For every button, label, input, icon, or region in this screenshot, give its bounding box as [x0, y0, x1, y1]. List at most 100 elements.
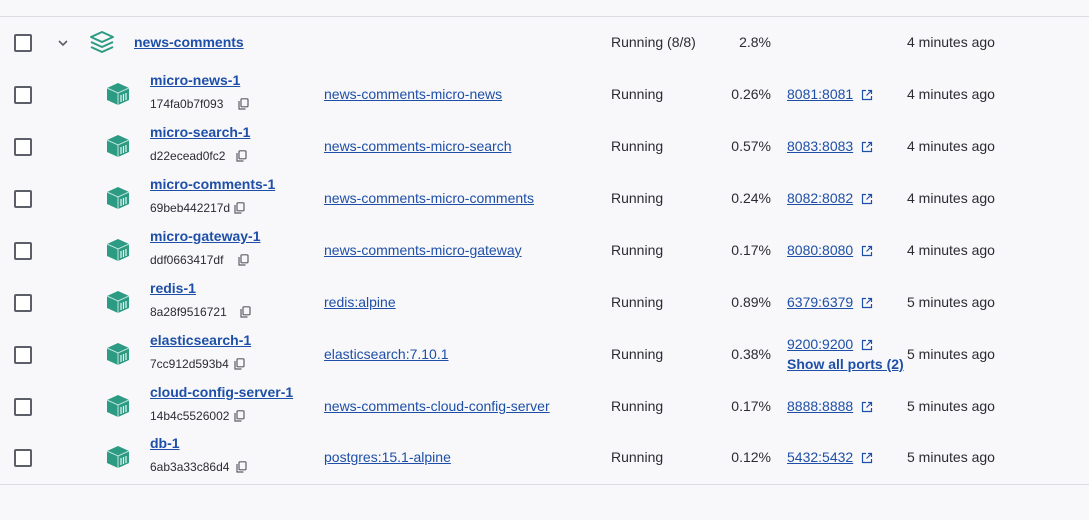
container-checkbox[interactable] — [14, 86, 32, 104]
container-status: Running — [611, 86, 664, 102]
container-id: 14b4c5526002 — [150, 409, 230, 423]
copy-icon[interactable] — [234, 202, 245, 214]
container-cpu: 0.38% — [731, 346, 771, 362]
port-link[interactable]: 8082:8082 — [787, 190, 853, 206]
container-cpu: 0.17% — [731, 242, 771, 258]
port-link[interactable]: 8083:8083 — [787, 138, 853, 154]
container-started: 5 minutes ago — [907, 449, 995, 465]
container-started: 4 minutes ago — [907, 138, 995, 154]
container-id: 174fa0b7f093 — [150, 97, 224, 111]
container-icon — [106, 446, 130, 468]
container-status: Running — [611, 346, 664, 362]
image-link[interactable]: elasticsearch:7.10.1 — [324, 346, 449, 362]
table-bottom-divider — [0, 484, 1089, 485]
container-checkbox[interactable] — [14, 294, 32, 312]
container-icon — [106, 135, 130, 157]
container-status: Running — [611, 190, 664, 206]
container-status: Running — [611, 449, 664, 465]
container-row[interactable]: elasticsearch-1 7cc912d593b4 elasticsear… — [0, 328, 1089, 380]
container-cpu: 0.17% — [731, 398, 771, 414]
container-started: 5 minutes ago — [907, 398, 995, 414]
container-name-link[interactable]: cloud-config-server-1 — [150, 384, 293, 400]
container-name-link[interactable]: redis-1 — [150, 280, 196, 296]
container-status: Running — [611, 294, 664, 310]
port-link[interactable]: 6379:6379 — [787, 294, 853, 310]
external-link-icon[interactable] — [861, 401, 873, 413]
container-checkbox[interactable] — [14, 449, 32, 467]
container-icon — [106, 395, 130, 417]
port-link[interactable]: 9200:9200 — [787, 336, 853, 352]
container-id: 69beb442217d — [150, 201, 231, 215]
copy-icon[interactable] — [234, 410, 245, 422]
copy-icon[interactable] — [236, 150, 247, 162]
container-started: 4 minutes ago — [907, 190, 995, 206]
container-row[interactable]: micro-news-1 174fa0b7f093 news-comments-… — [0, 68, 1089, 120]
container-cpu: 0.24% — [731, 190, 771, 206]
container-checkbox[interactable] — [14, 346, 32, 364]
image-link[interactable]: postgres:15.1-alpine — [324, 449, 451, 465]
container-checkbox[interactable] — [14, 398, 32, 416]
container-name-link[interactable]: micro-comments-1 — [150, 176, 275, 192]
container-name-link[interactable]: db-1 — [150, 435, 180, 451]
container-cpu: 0.89% — [731, 294, 771, 310]
container-checkbox[interactable] — [14, 242, 32, 260]
image-link[interactable]: news-comments-micro-gateway — [324, 242, 522, 258]
copy-icon[interactable] — [238, 98, 249, 110]
image-link[interactable]: news-comments-micro-search — [324, 138, 511, 154]
copy-icon[interactable] — [238, 254, 249, 266]
container-status: Running — [611, 138, 664, 154]
container-row[interactable]: micro-comments-1 69beb442217d news-comme… — [0, 172, 1089, 224]
container-row[interactable]: redis-1 8a28f9516721 redis:alpine Runnin… — [0, 276, 1089, 328]
container-started: 5 minutes ago — [907, 346, 995, 362]
container-name-link[interactable]: micro-news-1 — [150, 72, 240, 88]
container-row[interactable]: micro-gateway-1 ddf0663417df news-commen… — [0, 224, 1089, 276]
port-link[interactable]: 5432:5432 — [787, 449, 853, 465]
image-link[interactable]: news-comments-cloud-config-server — [324, 398, 550, 414]
external-link-icon[interactable] — [861, 245, 873, 257]
external-link-icon[interactable] — [861, 297, 873, 309]
group-cpu: 2.8% — [739, 34, 771, 50]
copy-icon[interactable] — [236, 461, 247, 473]
image-link[interactable]: redis:alpine — [324, 294, 396, 310]
port-link[interactable]: 8888:8888 — [787, 398, 853, 414]
container-icon — [106, 291, 130, 313]
container-id: 6ab3a33c86d4 — [150, 460, 230, 474]
container-name-link[interactable]: micro-search-1 — [150, 124, 250, 140]
copy-icon[interactable] — [234, 358, 245, 370]
group-started: 4 minutes ago — [907, 34, 995, 50]
container-id: ddf0663417df — [150, 253, 224, 267]
container-row[interactable]: cloud-config-server-1 14b4c5526002 news-… — [0, 380, 1089, 432]
container-started: 4 minutes ago — [907, 242, 995, 258]
container-row[interactable]: db-1 6ab3a33c86d4 postgres:15.1-alpine R… — [0, 431, 1089, 483]
show-all-ports-link[interactable]: Show all ports (2) — [787, 356, 904, 372]
group-status: Running (8/8) — [611, 34, 696, 50]
copy-icon[interactable] — [240, 306, 251, 318]
port-link[interactable]: 8081:8081 — [787, 86, 853, 102]
container-name-link[interactable]: elasticsearch-1 — [150, 332, 251, 348]
group-name-link[interactable]: news-comments — [134, 34, 244, 50]
chevron-down-icon[interactable] — [55, 35, 71, 51]
image-link[interactable]: news-comments-micro-comments — [324, 190, 534, 206]
container-cpu: 0.12% — [731, 449, 771, 465]
external-link-icon[interactable] — [861, 452, 873, 464]
external-link-icon[interactable] — [861, 89, 873, 101]
container-started: 5 minutes ago — [907, 294, 995, 310]
external-link-icon[interactable] — [861, 193, 873, 205]
image-link[interactable]: news-comments-micro-news — [324, 86, 502, 102]
port-link[interactable]: 8080:8080 — [787, 242, 853, 258]
group-row[interactable]: news-comments Running (8/8) 2.8% 4 minut… — [0, 16, 1089, 68]
container-name-link[interactable]: micro-gateway-1 — [150, 228, 260, 244]
container-id: 8a28f9516721 — [150, 305, 227, 319]
container-icon — [106, 187, 130, 209]
container-started: 4 minutes ago — [907, 86, 995, 102]
container-checkbox[interactable] — [14, 138, 32, 156]
container-status: Running — [611, 242, 664, 258]
external-link-icon[interactable] — [861, 339, 873, 351]
container-id: 7cc912d593b4 — [150, 357, 229, 371]
container-checkbox[interactable] — [14, 190, 32, 208]
group-checkbox[interactable] — [14, 34, 32, 52]
container-icon — [106, 83, 130, 105]
external-link-icon[interactable] — [861, 141, 873, 153]
container-row[interactable]: micro-search-1 d22ecead0fc2 news-comment… — [0, 120, 1089, 172]
stack-icon — [90, 31, 114, 53]
